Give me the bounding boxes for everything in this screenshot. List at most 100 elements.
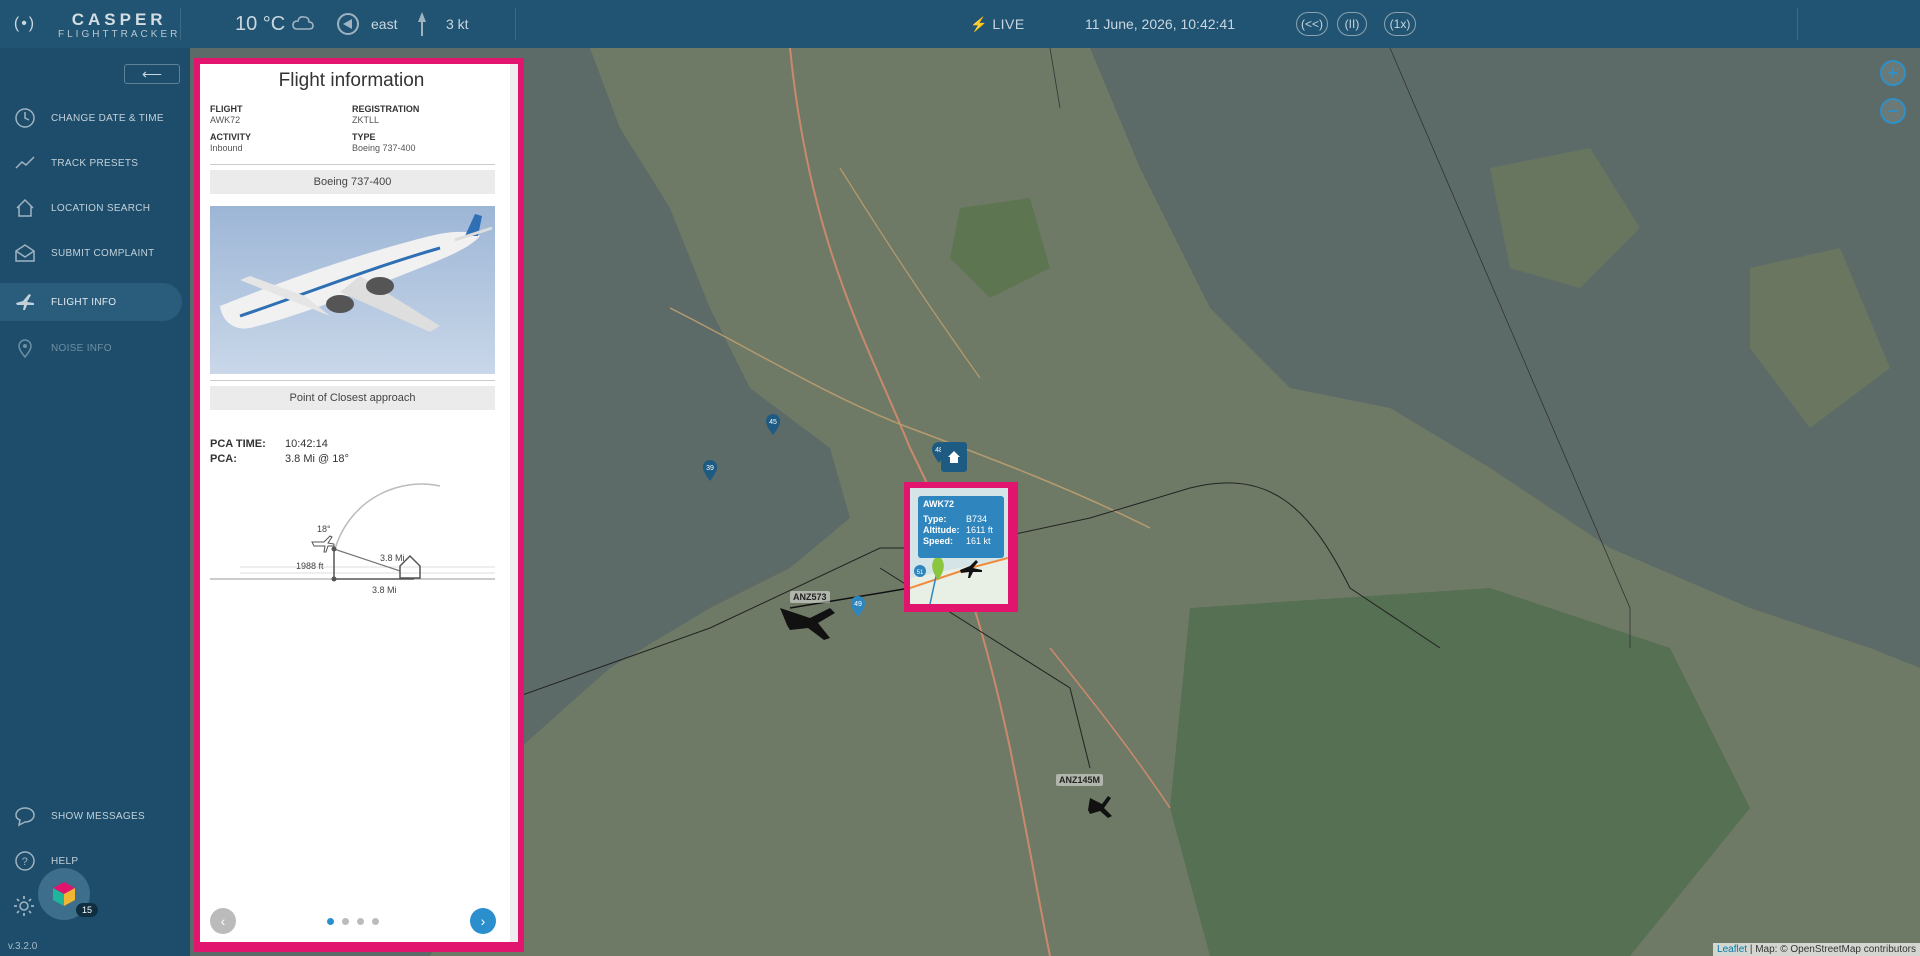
pca-value: 3.8 Mi @ 18° bbox=[285, 453, 349, 465]
attribution-text: | Map: © OpenStreetMap contributors bbox=[1749, 944, 1916, 955]
sidebar-item-location-search[interactable]: LOCATION SEARCH bbox=[0, 189, 182, 227]
tooltip-altitude-label: Altitude: bbox=[923, 525, 960, 535]
sidebar-item-change-date-time[interactable]: CHANGE DATE & TIME bbox=[0, 99, 182, 137]
app-logo: CASPER FLIGHTTRACKER bbox=[58, 11, 180, 40]
gear-icon[interactable] bbox=[12, 894, 36, 918]
live-label: LIVE bbox=[992, 16, 1025, 32]
field-value: Boeing 737-400 bbox=[352, 143, 416, 153]
pca-time-value: 10:42:14 bbox=[285, 438, 328, 450]
sidebar-item-label: SHOW MESSAGES bbox=[51, 810, 145, 822]
wind-direction-icon bbox=[337, 13, 359, 35]
aircraft-popup[interactable]: 51 AWK72 Type: B734 Altitude: 1611 ft Spee… bbox=[910, 488, 1008, 604]
live-indicator[interactable]: ⚡ LIVE bbox=[970, 16, 1025, 33]
pca-diagram: 18° 3.8 Mi 1988 ft 3.8 Mi bbox=[210, 483, 495, 595]
previous-page-button[interactable]: ‹ bbox=[210, 908, 236, 934]
field-type: TYPE Boeing 737-400 bbox=[352, 132, 416, 154]
diagram-slant-distance: 3.8 Mi bbox=[380, 553, 405, 563]
current-datetime: 11 June, 2026, 10:42:41 bbox=[1085, 16, 1235, 32]
svg-text:49: 49 bbox=[854, 601, 862, 608]
pca-label: PCA: bbox=[210, 453, 237, 465]
field-value: AWK72 bbox=[210, 115, 241, 125]
tooltip-type-value: B734 bbox=[966, 514, 988, 524]
home-location-marker[interactable] bbox=[941, 442, 967, 472]
sidebar-item-label: HELP bbox=[51, 855, 79, 867]
sidebar-item-submit-complaint[interactable]: SUBMIT COMPLAINT bbox=[0, 234, 182, 272]
cloud-icon bbox=[292, 16, 314, 30]
wind-speed: 3 kt bbox=[446, 16, 469, 32]
field-registration: REGISTRATION ZKTLL bbox=[352, 104, 419, 126]
pca-time-label: PCA TIME: bbox=[210, 438, 266, 450]
flight-label-anz573[interactable]: ANZ573 bbox=[790, 591, 830, 603]
sidebar-item-flight-info[interactable]: FLIGHT INFO bbox=[0, 283, 182, 321]
sidebar-item-help[interactable]: ? HELP bbox=[0, 842, 182, 880]
wind-arrow-icon bbox=[418, 12, 426, 36]
app-version: v.3.2.0 bbox=[8, 941, 38, 952]
tooltip-speed-label: Speed: bbox=[923, 536, 954, 546]
divider bbox=[210, 380, 495, 381]
arrow-left-icon: ⟵ bbox=[141, 65, 163, 82]
zoom-out-button[interactable]: − bbox=[1880, 98, 1906, 124]
pca-time-row: PCA TIME: 10:42:14 bbox=[210, 438, 328, 450]
temperature: 10 °C bbox=[235, 13, 286, 35]
panel-scrollbar[interactable] bbox=[510, 64, 518, 942]
next-page-button[interactable]: › bbox=[470, 908, 496, 934]
logo-title: CASPER bbox=[71, 10, 167, 29]
leaflet-link[interactable]: Leaflet bbox=[1717, 944, 1747, 955]
svg-text:?: ? bbox=[22, 856, 28, 868]
diagram-altitude: 1988 ft bbox=[296, 561, 324, 571]
logo-subtitle: FLIGHTTRACKER bbox=[58, 29, 181, 40]
chevron-left-icon: ‹ bbox=[220, 913, 226, 929]
top-bar: (•) CASPER FLIGHTTRACKER 10 °C east 3 kt… bbox=[0, 0, 1920, 48]
pager-dot[interactable] bbox=[342, 918, 349, 925]
tooltip-type-label: Type: bbox=[923, 514, 947, 524]
cube-logo-icon bbox=[53, 882, 75, 906]
diagram-ground-distance: 3.8 Mi bbox=[372, 585, 397, 595]
wind-direction: east bbox=[371, 16, 398, 32]
location-pin-39[interactable]: 39 bbox=[701, 458, 719, 482]
tooltip-callsign: AWK72 bbox=[923, 499, 955, 509]
aircraft-tooltip: AWK72 Type: B734 Altitude: 1611 ft Speed: 1… bbox=[918, 496, 1004, 558]
collapse-sidebar-button[interactable]: ⟵ bbox=[124, 64, 180, 84]
field-label: ACTIVITY bbox=[210, 132, 252, 142]
pager-dot[interactable] bbox=[357, 918, 364, 925]
divider bbox=[1797, 8, 1798, 40]
home-icon bbox=[13, 196, 37, 220]
sidebar-item-noise-info[interactable]: NOISE INFO bbox=[0, 329, 182, 367]
field-label: TYPE bbox=[352, 132, 376, 142]
diagram-angle: 18° bbox=[317, 524, 331, 534]
playback-speed-button[interactable]: (1x) bbox=[1384, 12, 1416, 36]
rewind-button[interactable]: (<<) bbox=[1296, 12, 1328, 36]
sidebar-item-show-messages[interactable]: SHOW MESSAGES bbox=[0, 797, 182, 835]
envelope-icon bbox=[13, 241, 37, 265]
sidebar-item-label: FLIGHT INFO bbox=[51, 296, 117, 308]
map-attribution: Leaflet | Map: © OpenStreetMap contribut… bbox=[1713, 943, 1920, 956]
pause-button[interactable]: (II) bbox=[1337, 12, 1367, 36]
flight-label-anz145m[interactable]: ANZ145M bbox=[1056, 774, 1104, 786]
field-label: REGISTRATION bbox=[352, 104, 420, 114]
location-pin-49[interactable]: 49 bbox=[849, 594, 867, 618]
divider bbox=[515, 8, 516, 40]
chart-line-icon bbox=[13, 151, 37, 175]
field-flight: FLIGHT AWK72 bbox=[210, 104, 243, 126]
pca-heading: Point of Closest approach bbox=[210, 386, 495, 410]
help-icon: ? bbox=[13, 849, 37, 873]
map-pin-icon bbox=[13, 336, 37, 360]
pager-dot[interactable] bbox=[372, 918, 379, 925]
divider bbox=[210, 164, 495, 165]
aircraft-photo bbox=[210, 206, 495, 374]
svg-text:39: 39 bbox=[706, 465, 714, 472]
location-pin-45[interactable]: 45 bbox=[764, 412, 782, 436]
sidebar-item-track-presets[interactable]: TRACK PRESETS bbox=[0, 144, 182, 182]
flight-info-panel: Flight information FLIGHT AWK72 REGISTRA… bbox=[200, 64, 510, 942]
sidebar-item-label: SUBMIT COMPLAINT bbox=[51, 247, 155, 259]
home-icon bbox=[948, 451, 960, 463]
zoom-in-button[interactable]: + bbox=[1880, 60, 1906, 86]
pager-dot[interactable] bbox=[327, 918, 334, 925]
tooltip-altitude-value: 1611 ft bbox=[966, 525, 993, 535]
panel-title: Flight information bbox=[278, 70, 425, 91]
sidebar-item-label: TRACK PRESETS bbox=[51, 157, 139, 169]
notification-count-badge: 15 bbox=[76, 903, 98, 917]
svg-text:45: 45 bbox=[769, 419, 777, 426]
field-value: Inbound bbox=[210, 143, 243, 153]
field-activity: ACTIVITY Inbound bbox=[210, 132, 251, 154]
